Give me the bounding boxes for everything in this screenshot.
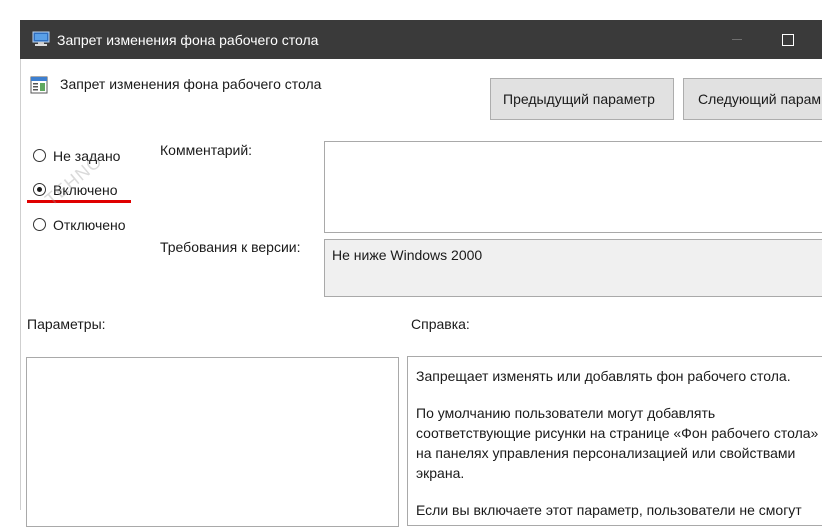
window-title: Запрет изменения фона рабочего стола: [57, 32, 319, 48]
previous-setting-button[interactable]: Предыдущий параметр: [490, 78, 674, 120]
policy-setting-icon: [30, 76, 48, 94]
next-setting-label: Следующий парам: [698, 91, 822, 107]
parameters-label: Параметры:: [27, 316, 106, 332]
highlight-underline: [27, 200, 131, 203]
help-paragraph: Если вы включаете этот параметр, пользов…: [416, 502, 802, 518]
comment-label: Комментарий:: [160, 142, 253, 158]
radio-circle[interactable]: [33, 218, 46, 231]
help-line: на панелях управления персонализацией ил…: [416, 445, 796, 461]
policy-window-icon: [32, 31, 50, 46]
version-requirement-label: Требования к версии:: [160, 239, 301, 255]
comment-textarea[interactable]: [324, 141, 822, 233]
maximize-button[interactable]: [782, 34, 794, 46]
policy-title: Запрет изменения фона рабочего стола: [60, 76, 322, 92]
help-label: Справка:: [411, 316, 470, 332]
title-bar: Запрет изменения фона рабочего стола: [20, 20, 822, 59]
version-requirement-field[interactable]: Не ниже Windows 2000: [324, 239, 822, 297]
help-paragraph: Запрещает изменять или добавлять фон раб…: [416, 368, 791, 384]
help-pane[interactable]: Запрещает изменять или добавлять фон раб…: [407, 356, 822, 526]
minimize-button[interactable]: [732, 39, 742, 40]
version-requirement-value: Не ниже Windows 2000: [332, 247, 483, 263]
help-line: соответствующие рисунки на странице «Фон…: [416, 425, 819, 441]
previous-setting-label: Предыдущий параметр: [503, 91, 655, 107]
next-setting-button[interactable]: Следующий парам: [683, 78, 822, 120]
radio-label: Отключено: [53, 217, 126, 233]
radio-selected-dot: [37, 187, 42, 192]
parameters-pane[interactable]: [26, 357, 399, 527]
help-paragraph: По умолчанию пользователи могут добавлят…: [416, 403, 818, 483]
help-line: экрана.: [416, 465, 465, 481]
window-frame-left: [20, 59, 21, 510]
help-line: По умолчанию пользователи могут добавлят…: [416, 405, 716, 421]
radio-circle[interactable]: [33, 149, 46, 162]
